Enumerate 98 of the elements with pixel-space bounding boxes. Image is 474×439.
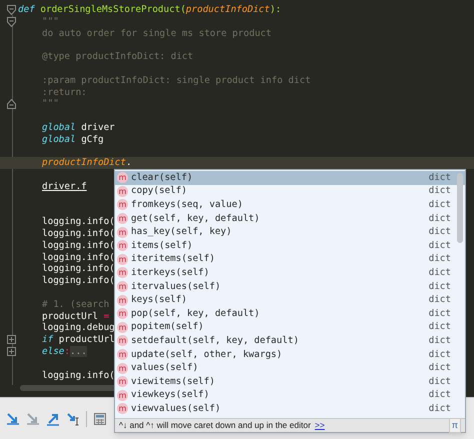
method-icon: m	[117, 322, 128, 333]
completion-item[interactable]: m pop(self, key, default) dict	[115, 306, 465, 321]
method-signature: viewvalues(self)	[131, 402, 222, 416]
method-signature: pop(self, key, default)	[131, 306, 261, 321]
return-type: dict	[428, 266, 451, 280]
method-signature: iterkeys(self)	[131, 266, 210, 280]
method-signature: get(self, key, default)	[131, 212, 261, 226]
code-line: driver.f	[42, 180, 87, 194]
code-line: @type productInfoDict: dict	[42, 50, 194, 64]
code-line: global driver	[42, 120, 115, 134]
completion-item[interactable]: m clear(self) dict	[115, 171, 465, 185]
code-line: :param productInfoDict: single product info dict	[42, 74, 311, 88]
code-line: global gCfg	[42, 132, 104, 147]
method-icon: m	[117, 403, 128, 414]
method-icon: m	[117, 240, 128, 252]
method-signature: items(self)	[131, 238, 194, 253]
return-type: dict	[428, 320, 451, 334]
pi-button[interactable]: π	[448, 418, 461, 434]
code-line: logging.info(	[42, 238, 115, 252]
code-line: logging.info(	[42, 215, 115, 228]
code-line: productUrl =	[42, 310, 110, 322]
method-signature: iteritems(self)	[131, 252, 216, 266]
code-line: """	[42, 97, 59, 112]
return-type: dict	[428, 388, 451, 402]
completion-item[interactable]: m popitem(self) dict	[115, 320, 465, 334]
completion-item[interactable]: m values(self) dict	[115, 361, 465, 375]
return-type: dict	[428, 198, 451, 212]
return-type: dict	[428, 402, 451, 416]
method-icon: m	[117, 294, 128, 306]
code-line: productInfoDict.	[42, 156, 132, 170]
code-line: do auto order for single ms store product	[42, 26, 272, 40]
return-type: dict	[428, 374, 451, 389]
method-icon: m	[117, 199, 128, 210]
return-type: dict	[428, 252, 451, 266]
method-icon: m	[117, 362, 128, 374]
code-line: if productUrl	[42, 333, 115, 346]
method-signature: itervalues(self)	[131, 280, 222, 294]
code-line: """	[42, 14, 59, 29]
return-type: dict	[428, 348, 451, 362]
code-line: else:...	[42, 345, 87, 359]
method-icon: m	[117, 254, 128, 265]
code-line: :return:	[42, 86, 87, 99]
method-signature: has_key(self, key)	[131, 225, 233, 240]
method-icon: m	[117, 281, 128, 292]
completion-item[interactable]: m keys(self) dict	[115, 293, 465, 307]
method-signature: clear(self)	[131, 170, 194, 185]
code-line: def orderSingleMsStoreProduct(productInfoDict):	[18, 2, 282, 17]
method-icon: m	[117, 172, 128, 184]
method-signature: update(self, other, kwargs)	[131, 348, 284, 362]
more-link[interactable]: >>	[314, 419, 325, 432]
method-icon: m	[117, 213, 128, 224]
completion-item[interactable]: m setdefault(self, key, default) dict	[115, 334, 465, 348]
completion-item[interactable]: m copy(self) dict	[115, 184, 465, 198]
method-icon: m	[117, 349, 128, 360]
method-signature: popitem(self)	[131, 320, 205, 334]
method-icon: m	[117, 376, 128, 388]
return-type: dict	[428, 170, 451, 185]
code-line: logging.debug	[42, 321, 115, 334]
hint-text: ^↓ and ^↑ will move caret down and up in the editor	[119, 419, 311, 432]
return-type: dict	[428, 361, 451, 376]
method-icon: m	[117, 226, 128, 238]
code-line: logging.info(	[42, 250, 115, 264]
completion-item[interactable]: m iteritems(self) dict	[115, 252, 465, 266]
completion-item[interactable]: m has_key(self, key) dict	[115, 225, 465, 239]
completion-item[interactable]: m viewvalues(self) dict	[115, 402, 465, 416]
code-line: # 1. (search	[42, 298, 110, 312]
method-signature: keys(self)	[131, 293, 188, 308]
return-type: dict	[428, 306, 451, 321]
method-signature: values(self)	[131, 361, 200, 376]
method-icon: m	[117, 390, 128, 401]
return-type: dict	[428, 184, 451, 198]
completion-item[interactable]: m fromkeys(seq, value) dict	[115, 198, 465, 212]
completion-item[interactable]: m update(self, other, kwargs) dict	[115, 348, 465, 362]
method-signature: fromkeys(seq, value)	[131, 198, 244, 212]
return-type: dict	[428, 280, 451, 294]
return-type: dict	[428, 334, 451, 348]
method-icon: m	[117, 335, 128, 346]
method-signature: setdefault(self, key, default)	[131, 334, 300, 348]
return-type: dict	[428, 293, 451, 308]
completion-item[interactable]: m items(self) dict	[115, 238, 465, 253]
method-signature: copy(self)	[131, 184, 188, 198]
completion-item[interactable]: m viewitems(self) dict	[115, 374, 465, 388]
method-icon: m	[117, 267, 128, 278]
code-line: logging.info(	[42, 274, 115, 288]
code-line: logging.info(	[42, 368, 115, 383]
code-line: logging.info(	[42, 227, 115, 240]
completion-item[interactable]: m iterkeys(self) dict	[115, 266, 465, 280]
method-signature: viewitems(self)	[131, 374, 216, 389]
code-line: logging.info(	[42, 262, 115, 276]
method-icon: m	[117, 308, 128, 320]
method-icon: m	[117, 186, 128, 197]
return-type: dict	[428, 212, 451, 226]
return-type: dict	[428, 238, 451, 253]
return-type: dict	[428, 225, 451, 240]
completion-item[interactable]: m viewkeys(self) dict	[115, 388, 465, 402]
completion-item[interactable]: m get(self, key, default) dict	[115, 212, 465, 226]
method-signature: viewkeys(self)	[131, 388, 210, 402]
completion-item[interactable]: m itervalues(self) dict	[115, 280, 465, 294]
